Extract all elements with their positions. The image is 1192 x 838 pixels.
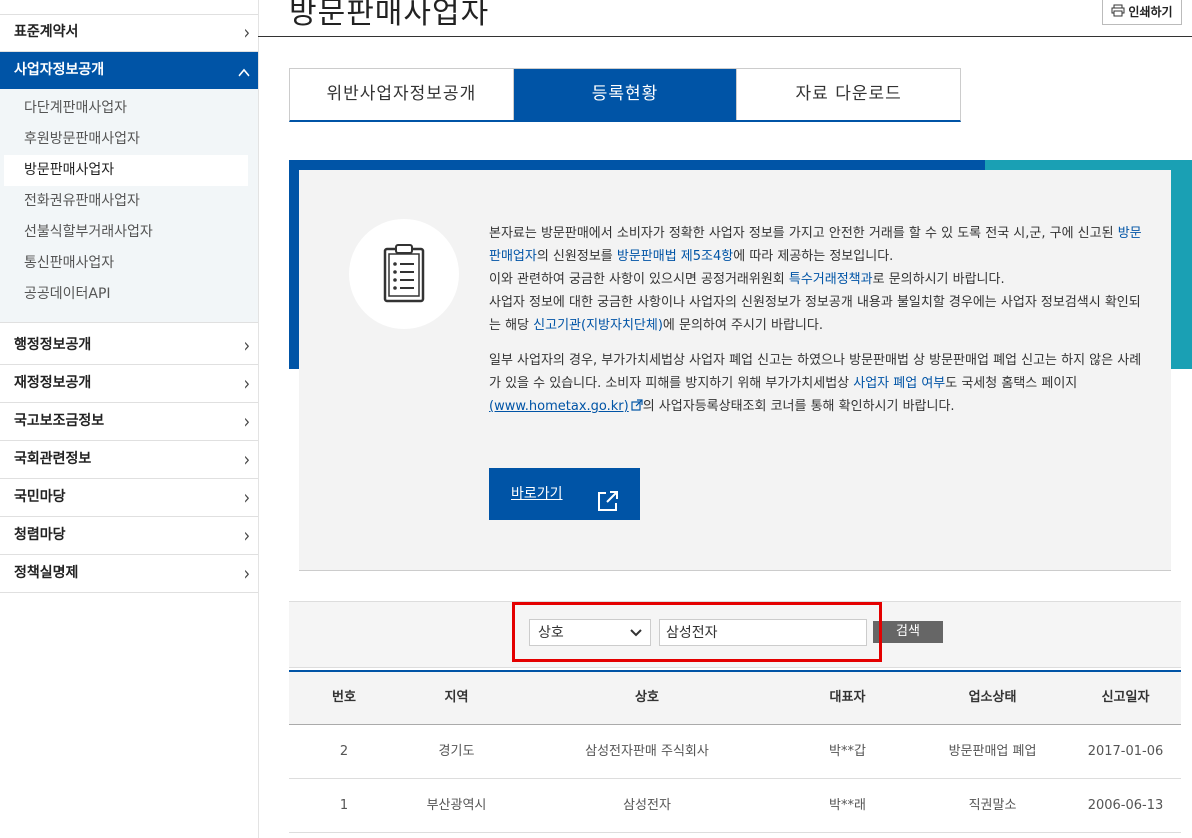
hometax-link-text: (www.hometax.go.kr) <box>489 399 629 414</box>
sidebar-item-label: 표준계약서 <box>14 24 79 40</box>
go-button[interactable]: 바로가기 <box>489 468 640 520</box>
info-paragraph-1: 본자료는 방문판매에서 소비자가 정확한 사업자 정보를 가지고 안전한 거래를… <box>489 222 1149 337</box>
info-highlight: 신고기관(지방자치단체) <box>533 318 663 333</box>
sidebar-item[interactable]: 국고보조금정보 › <box>0 403 258 441</box>
tab-bar: 위반사업자정보공개 등록현황 자료 다운로드 <box>289 68 961 122</box>
sidebar-item-label: 사업자정보공개 <box>14 62 105 78</box>
column-header: 지역 <box>444 690 469 705</box>
table-cell: 2 <box>339 744 349 759</box>
info-paragraph-2: 일부 사업자의 경우, 부가가치세법상 사업자 폐업 신고는 하였으나 방문판매… <box>489 349 1149 418</box>
highlight-outline <box>512 602 882 662</box>
info-text-span: 로 문의하시기 바랍니다. <box>872 272 1005 287</box>
sidebar-item-label: 국민마당 <box>14 489 66 505</box>
info-text-span: 의 사업자등록상태조회 코너를 통해 확인하시기 바랍니다. <box>642 399 955 414</box>
sidebar-item[interactable]: 정책실명제 › <box>0 555 258 593</box>
tab-violations[interactable]: 위반사업자정보공개 <box>290 69 514 120</box>
info-text-span: 의 신원정보를 <box>536 249 617 264</box>
table-row[interactable]: 2 경기도 삼성전자판매 주식회사 박**갑 방문판매업 폐업 2017-01-… <box>289 725 1181 779</box>
info-highlight: 사업자 폐업 여부 <box>853 376 946 391</box>
info-highlight: 특수거래정책과 <box>788 272 873 287</box>
table-cell: 박**래 <box>829 798 866 813</box>
sidebar-subitem[interactable]: 선불식할부거래사업자 <box>4 217 248 248</box>
sidebar-subitem[interactable]: 전화권유판매사업자 <box>4 186 248 217</box>
sidebar-menu: 표준계약서 › 사업자정보공개 <box>0 14 258 89</box>
info-text: 본자료는 방문판매에서 소비자가 정확한 사업자 정보를 가지고 안전한 거래를… <box>489 222 1149 430</box>
sidebar-item-label: 청렴마당 <box>14 527 66 543</box>
clipboard-icon <box>383 244 425 303</box>
table-cell: 2017-01-06 <box>1087 744 1164 759</box>
results-table: 번호 지역 상호 대표자 업소상태 신고일자 2 경기도 삼성전자판매 주식회사… <box>289 670 1181 833</box>
sidebar-subitem[interactable]: 다단계판매사업자 <box>4 93 248 124</box>
sidebar-item-standard-contract[interactable]: 표준계약서 › <box>0 14 258 52</box>
sidebar-top-divider <box>0 0 258 15</box>
sidebar-item-business-info[interactable]: 사업자정보공개 <box>0 52 258 89</box>
column-header: 업소상태 <box>968 690 1017 705</box>
external-link-icon <box>596 483 620 535</box>
sidebar-item[interactable]: 국회관련정보 › <box>0 441 258 479</box>
table-header: 번호 지역 상호 대표자 업소상태 신고일자 <box>289 672 1181 725</box>
sidebar-subitem[interactable]: 후원방문판매사업자 <box>4 124 248 155</box>
info-highlight: 방문판매법 제5조4항 <box>616 249 734 264</box>
page-title: 방문판매사업자 <box>289 0 490 31</box>
sidebar-item-label: 행정정보공개 <box>14 337 92 353</box>
sidebar-item[interactable]: 재정정보공개 › <box>0 365 258 403</box>
sidebar: 표준계약서 › 사업자정보공개 다단계판매사업자 후원방문판매사업자 방문판매사… <box>0 0 259 838</box>
sidebar-subitem[interactable]: 통신판매사업자 <box>4 248 248 279</box>
table-row[interactable]: 1 부산광역시 삼성전자 박**래 직권말소 2006-06-13 <box>289 779 1181 833</box>
sidebar-submenu: 다단계판매사업자 후원방문판매사업자 방문판매사업자 전화권유판매사업자 선불식… <box>0 89 258 323</box>
external-link-icon <box>631 399 643 411</box>
sidebar-subitem[interactable]: 공공데이터API <box>4 279 248 310</box>
sidebar-item-label: 국고보조금정보 <box>14 413 105 429</box>
title-divider <box>258 36 1192 37</box>
sidebar-item[interactable]: 국민마당 › <box>0 479 258 517</box>
table-cell: 방문판매업 폐업 <box>948 744 1037 759</box>
clipboard-icon-circle <box>349 219 459 329</box>
sidebar-item-label: 재정정보공개 <box>14 375 92 391</box>
info-text-span: 에 문의하여 주시기 바랍니다. <box>662 318 823 333</box>
table-cell: 2006-06-13 <box>1087 798 1164 813</box>
table-cell: 직권말소 <box>968 798 1017 813</box>
info-text-span: 도 국세청 홈택스 페이지 <box>945 376 1078 391</box>
sidebar-item[interactable]: 청렴마당 › <box>0 517 258 555</box>
tab-data-download[interactable]: 자료 다운로드 <box>737 69 960 120</box>
sidebar-menu-bottom: 행정정보공개 › 재정정보공개 › 국고보조금정보 › 국회관련정보 › 국민마당 › 청… <box>0 327 258 593</box>
table-cell: 박**갑 <box>829 744 866 759</box>
sidebar-item[interactable]: 행정정보공개 › <box>0 327 258 365</box>
table-cell: 1 <box>339 798 349 813</box>
search-button[interactable]: 검색 <box>873 621 943 643</box>
info-text-span: 에 따라 제공하는 정보입니다. <box>733 249 894 264</box>
column-header: 상호 <box>635 690 659 705</box>
table-cell: 부산광역시 <box>426 798 487 813</box>
tab-registration-status[interactable]: 등록현황 <box>513 69 738 120</box>
go-button-label: 바로가기 <box>511 486 563 502</box>
chevron-right-icon: › <box>243 562 250 585</box>
sidebar-item-label: 국회관련정보 <box>14 451 92 467</box>
print-label: 인쇄하기 <box>1128 5 1173 19</box>
info-box: 본자료는 방문판매에서 소비자가 정확한 사업자 정보를 가지고 안전한 거래를… <box>299 170 1171 571</box>
table-cell: 경기도 <box>438 744 475 759</box>
table-cell: 삼성전자 <box>623 798 671 813</box>
table-cell: 삼성전자판매 주식회사 <box>585 744 709 759</box>
column-header: 신고일자 <box>1101 690 1150 705</box>
print-button[interactable]: 인쇄하기 <box>1102 0 1182 25</box>
chevron-up-icon <box>238 48 250 92</box>
column-header: 번호 <box>332 690 356 705</box>
info-text-span: 이와 관련하여 궁금한 사항이 있으시면 공정거래위원회 <box>489 272 789 287</box>
column-header: 대표자 <box>829 690 866 705</box>
sidebar-item-label: 정책실명제 <box>14 565 79 581</box>
printer-icon <box>1111 1 1125 25</box>
sidebar-subitem-selected[interactable]: 방문판매사업자 <box>4 155 248 186</box>
hometax-link[interactable]: (www.hometax.go.kr) <box>489 399 643 414</box>
info-text-span: 본자료는 방문판매에서 소비자가 정확한 사업자 정보를 가지고 안전한 거래를… <box>489 226 1118 241</box>
